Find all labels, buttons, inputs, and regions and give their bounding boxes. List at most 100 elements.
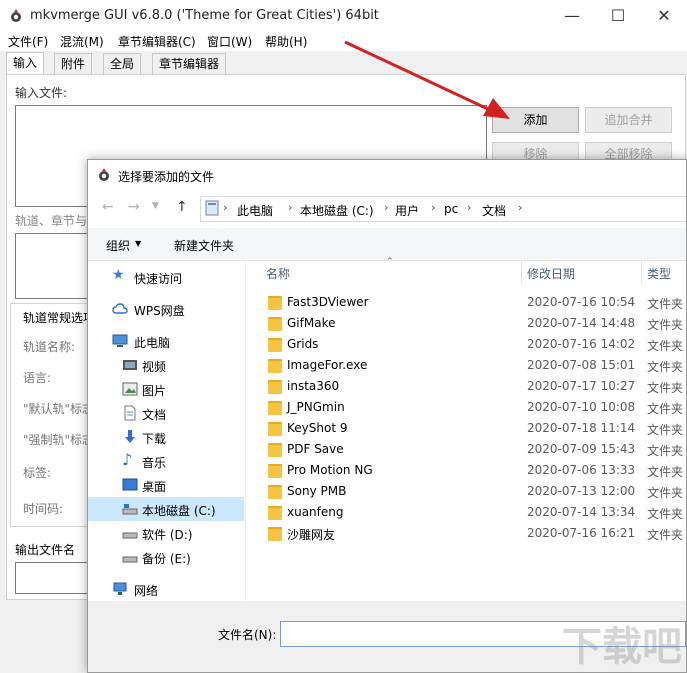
column-header-name[interactable]: 名称 (266, 265, 290, 282)
file-date: 2020-07-18 11:14 (527, 421, 636, 435)
folder-icon (268, 422, 282, 436)
file-name: Fast3DViewer (287, 295, 369, 309)
file-row[interactable]: xuanfeng 2020-07-14 13:34 文件夹 (246, 503, 686, 524)
address-bar[interactable]: › 此电脑 › 本地磁盘 (C:) › 用户 › pc › 文档 › (200, 196, 686, 222)
file-type: 文件夹 (647, 507, 684, 521)
language-label: 语言: (23, 371, 52, 385)
breadcrumb-documents[interactable]: 文档 (482, 202, 506, 219)
nav-local-disk-c[interactable]: 本地磁盘 (C:) (88, 497, 244, 521)
tab-chapter-editor[interactable]: 章节编辑器 (152, 53, 227, 74)
file-row[interactable]: Sony PMB 2020-07-13 12:00 文件夹 (246, 482, 686, 503)
folder-icon (268, 485, 282, 499)
organize-chevron-down-icon[interactable]: ▼ (135, 239, 141, 248)
file-name: xuanfeng (287, 505, 344, 519)
nav-label: 视频 (142, 360, 167, 374)
computer-icon (112, 334, 128, 347)
file-open-dialog: 选择要添加的文件 ← → ▼ ↑ › 此电脑 › 本地磁盘 (C:) › 用户 … (87, 159, 687, 673)
music-icon: ♪ (122, 450, 133, 469)
nav-label: 本地磁盘 (C:) (142, 504, 216, 518)
menu-file[interactable]: 文件(F) (8, 33, 48, 50)
file-row[interactable]: insta360 2020-07-17 10:27 文件夹 (246, 377, 686, 398)
breadcrumb-users[interactable]: 用户 (395, 202, 419, 219)
download-icon (125, 430, 135, 443)
breadcrumb-separator-icon: › (431, 201, 436, 214)
add-button[interactable]: 添加 (492, 107, 579, 133)
nav-quick-access[interactable]: ★ 快速访问 (88, 265, 244, 289)
menu-mux[interactable]: 混流(M) (60, 33, 104, 50)
tags-label: 标签: (23, 466, 52, 480)
column-divider[interactable] (521, 261, 522, 285)
folder-icon (268, 527, 282, 541)
column-header-type[interactable]: 类型 (647, 265, 671, 282)
nav-wps-cloud[interactable]: WPS网盘 (88, 297, 244, 321)
breadcrumb-local-disk-c[interactable]: 本地磁盘 (C:) (300, 202, 374, 219)
tab-global[interactable]: 全局 (103, 53, 142, 74)
nav-videos[interactable]: 视频 (88, 353, 244, 377)
menu-window[interactable]: 窗口(W) (207, 33, 252, 50)
back-arrow-icon[interactable]: ← (102, 199, 114, 215)
folder-icon (268, 317, 282, 331)
maximize-button[interactable]: ☐ (595, 0, 641, 31)
nav-music[interactable]: ♪ 音乐 (88, 449, 244, 473)
nav-pictures[interactable]: 图片 (88, 377, 244, 401)
column-divider[interactable] (641, 261, 642, 285)
address-bar-row: ← → ▼ ↑ › 此电脑 › 本地磁盘 (C:) › 用户 › pc › 文档… (88, 194, 686, 222)
up-arrow-icon[interactable]: ↑ (176, 199, 188, 215)
file-row[interactable]: PDF Save 2020-07-09 15:43 文件夹 (246, 440, 686, 461)
file-row[interactable]: J_PNGmin 2020-07-10 10:08 文件夹 (246, 398, 686, 419)
breadcrumb-this-pc[interactable]: 此电脑 (237, 202, 273, 219)
nav-this-pc[interactable]: 此电脑 (88, 329, 244, 353)
nav-desktop[interactable]: 桌面 (88, 473, 244, 497)
file-row[interactable]: ImageFor.exe 2020-07-08 15:01 文件夹 (246, 356, 686, 377)
minimize-button[interactable]: — (549, 0, 595, 31)
file-name: 沙雕网友 (287, 528, 336, 542)
breadcrumb-pc[interactable]: pc (444, 202, 458, 216)
file-row[interactable]: Fast3DViewer 2020-07-16 10:54 文件夹 (246, 293, 686, 314)
append-button[interactable]: 追加合并 (585, 107, 672, 133)
menu-help[interactable]: 帮助(H) (265, 33, 307, 50)
picture-icon (122, 382, 138, 396)
file-row[interactable]: KeyShot 9 2020-07-18 11:14 文件夹 (246, 419, 686, 440)
folder-icon (268, 380, 282, 394)
filename-label: 文件名(N): (218, 628, 277, 642)
column-header-date[interactable]: 修改日期 (527, 265, 575, 282)
default-track-label: "默认轨"标志 (23, 402, 95, 416)
nav-documents[interactable]: 文档 (88, 401, 244, 425)
mkvmerge-app-icon (11, 9, 21, 22)
organize-button[interactable]: 组织 (106, 237, 130, 254)
nav-label: 软件 (D:) (142, 528, 193, 542)
track-options-label: 轨道常规选项 (23, 311, 96, 325)
file-date: 2020-07-14 13:34 (527, 505, 636, 519)
recent-chevron-down-icon[interactable]: ▼ (152, 201, 159, 211)
drive-icon (122, 504, 138, 515)
nav-network[interactable]: 网络 (88, 577, 244, 601)
output-filename-label: 输出文件名 (15, 543, 76, 557)
tab-input[interactable]: 输入 (6, 52, 45, 75)
tab-attachments[interactable]: 附件 (54, 53, 93, 74)
new-folder-button[interactable]: 新建文件夹 (174, 237, 234, 254)
menubar: 文件(F) 混流(M) 章节编辑器(C) 窗口(W) 帮助(H) (0, 31, 687, 51)
menu-chapter-editor[interactable]: 章节编辑器(C) (118, 33, 196, 50)
mkvmerge-app-icon (99, 168, 109, 181)
file-date: 2020-07-17 10:27 (527, 379, 636, 393)
file-row[interactable]: Grids 2020-07-16 14:02 文件夹 (246, 335, 686, 356)
nav-software-d[interactable]: 软件 (D:) (88, 521, 244, 545)
output-filename-input[interactable] (15, 562, 97, 594)
file-type: 文件夹 (647, 339, 684, 353)
file-row[interactable]: GifMake 2020-07-14 14:48 文件夹 (246, 314, 686, 335)
nav-backup-e[interactable]: 备份 (E:) (88, 545, 244, 569)
file-list-pane: ⌃ 名称 修改日期 类型 Fast3DViewer 2020-07-16 10:5… (245, 257, 686, 601)
forward-arrow-icon[interactable]: → (128, 199, 140, 215)
file-type: 文件夹 (647, 318, 684, 332)
nav-downloads[interactable]: 下载 (88, 425, 244, 449)
close-button[interactable]: ✕ (641, 0, 687, 31)
nav-label: 网络 (134, 584, 159, 598)
file-name: J_PNGmin (287, 400, 345, 414)
timecode-label: 时间码: (23, 502, 64, 516)
tracks-list[interactable] (15, 233, 97, 299)
dialog-titlebar: 选择要添加的文件 (88, 160, 686, 190)
dialog-title: 选择要添加的文件 (118, 170, 215, 184)
file-row[interactable]: Pro Motion NG 2020-07-06 13:33 文件夹 (246, 461, 686, 482)
file-row[interactable]: 沙雕网友 2020-07-16 16:21 文件夹 (246, 524, 686, 545)
file-date: 2020-07-06 13:33 (527, 463, 636, 477)
